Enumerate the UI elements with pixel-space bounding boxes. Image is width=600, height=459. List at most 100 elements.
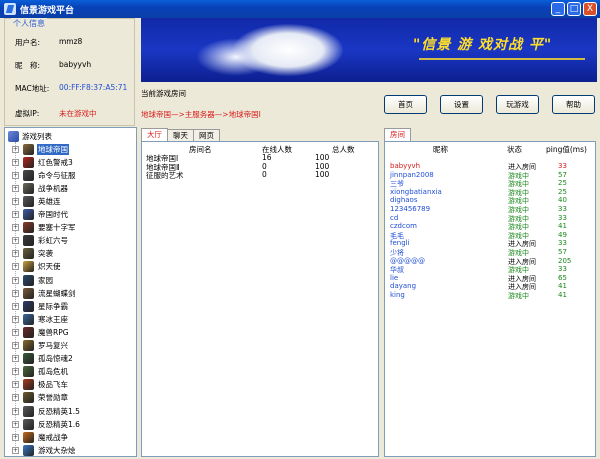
expand-icon[interactable]: + — [12, 302, 19, 310]
player-row[interactable]: @@@@@ 进入房间 205 — [385, 257, 595, 266]
expand-icon[interactable]: + — [12, 407, 19, 415]
tree-item-label: 魔戒战争 — [38, 432, 68, 442]
room-online-count[interactable]: 0 — [262, 170, 267, 179]
play-game-button[interactable]: 玩游戏 — [496, 95, 539, 114]
tab-lobby[interactable]: 大厅 — [141, 128, 168, 141]
tab-room-players[interactable]: 房间 — [384, 128, 411, 141]
player-row[interactable]: fengli 进入房间 33 — [385, 239, 595, 248]
player-row[interactable]: lie 进入房间 65 — [385, 274, 595, 283]
expand-icon[interactable]: + — [12, 328, 19, 336]
expand-icon[interactable]: + — [12, 368, 19, 376]
tree-item[interactable]: + 极品飞车 — [12, 379, 69, 391]
tree-root[interactable]: 游戏列表 — [8, 131, 52, 142]
player-row[interactable]: jinnpan2008 游戏中 57 — [385, 171, 595, 180]
minimize-button[interactable]: _ — [551, 2, 565, 16]
expand-icon[interactable]: + — [12, 355, 19, 363]
close-button[interactable]: X — [583, 2, 597, 16]
tree-item[interactable]: + 反恐精英1.5 — [12, 405, 81, 417]
expand-icon[interactable]: + — [12, 263, 19, 271]
tree-item[interactable]: + 家园 — [12, 274, 54, 286]
tree-item[interactable]: + 魔戒战争 — [12, 431, 69, 443]
room-name[interactable]: 征服的艺术 — [146, 170, 184, 181]
player-ping: 25 — [558, 179, 567, 188]
need-for-speed-icon — [23, 379, 34, 391]
tree-item[interactable]: + 战争机器 — [12, 182, 69, 194]
tree-item[interactable]: + 炽天使 — [12, 261, 62, 273]
tree-item-label: 星际争霸 — [38, 301, 68, 311]
player-row[interactable]: 华叔 游戏中 33 — [385, 265, 595, 274]
expand-icon[interactable]: + — [12, 433, 19, 441]
settings-button[interactable]: 设置 — [440, 95, 483, 114]
expand-icon[interactable]: + — [12, 342, 19, 349]
tree-item[interactable]: + 反恐精英1.6 — [12, 418, 81, 430]
maximize-button[interactable]: □ — [567, 2, 581, 16]
tab-web[interactable]: 网页 — [193, 129, 220, 141]
tree-item[interactable]: + 流星蝴蝶剑 — [12, 287, 77, 299]
tree-item[interactable]: + 红色警戒3 — [12, 156, 74, 168]
tree-item[interactable]: + 游戏大杂烩 — [12, 444, 77, 456]
tree-item[interactable]: + 星际争霸 — [12, 300, 69, 312]
expand-icon[interactable]: + — [12, 211, 19, 218]
expand-icon[interactable]: + — [12, 394, 19, 402]
tree-item-label: 英雄连 — [38, 196, 61, 206]
player-row[interactable]: 三爷 游戏中 25 — [385, 179, 595, 188]
ping-header[interactable]: ping值(ms) — [546, 144, 587, 155]
tree-item[interactable]: + 突袭 — [12, 248, 54, 260]
player-row[interactable]: dighaos 游戏中 40 — [385, 196, 595, 205]
nickname-header[interactable]: 昵称 — [433, 144, 448, 155]
tree-item[interactable]: + 魔兽RPG — [12, 326, 70, 338]
room-total-count[interactable]: 100 — [315, 170, 329, 179]
tree-item[interactable]: + 孤岛危机 — [12, 366, 69, 378]
expand-icon[interactable]: + — [12, 381, 19, 389]
player-row[interactable]: king 游戏中 41 — [385, 291, 595, 300]
mac-row: MAC地址: 00:FF:F8:37:A5:71 — [15, 83, 127, 94]
tree-item[interactable]: + 孤岛惊魂2 — [12, 353, 74, 365]
tree-item[interactable]: + 命令与征服 — [12, 169, 77, 181]
expand-icon[interactable]: + — [12, 420, 19, 428]
expand-icon[interactable]: + — [12, 158, 19, 166]
expand-icon[interactable]: + — [12, 184, 19, 192]
tree-item[interactable]: + 地球帝国 — [12, 143, 69, 155]
expand-icon[interactable]: + — [12, 289, 19, 297]
tree-item[interactable]: + 罗马复兴 — [12, 340, 69, 352]
status-header[interactable]: 状态 — [507, 144, 522, 155]
game-list-tree[interactable]: 游戏列表 + 地球帝国 + 红色警戒3 + 命令与征服 + 战争机器 + 英雄连 + 帝国时代 + 要塞十… — [4, 127, 137, 457]
current-room-path: 地球帝国—>主服务器—>地球帝国Ⅰ — [141, 110, 261, 119]
total-count-header[interactable]: 总人数 — [332, 144, 355, 155]
player-row[interactable]: xiongbatianxia 游戏中 25 — [385, 188, 595, 197]
player-row[interactable]: cd 游戏中 33 — [385, 214, 595, 223]
tab-chat[interactable]: 聊天 — [167, 129, 194, 141]
home-button[interactable]: 首页 — [384, 95, 427, 114]
player-row[interactable]: 毛毛 游戏中 49 — [385, 231, 595, 240]
player-row[interactable]: 123456789 游戏中 33 — [385, 205, 595, 214]
help-button[interactable]: 帮助 — [552, 95, 595, 114]
tree-item[interactable]: + 英雄连 — [12, 195, 62, 207]
expand-icon[interactable]: + — [12, 145, 19, 153]
player-row[interactable]: czdcom 游戏中 41 — [385, 222, 595, 231]
tree-item-label: 孤岛惊魂2 — [38, 354, 73, 364]
expand-icon[interactable]: + — [12, 197, 19, 205]
nickname-row: 昵 称: babyyvh — [15, 60, 91, 71]
player-ping: 57 — [558, 248, 567, 256]
room-name-header[interactable]: 房间名 — [189, 144, 212, 155]
expand-icon[interactable]: + — [12, 315, 19, 323]
tree-item[interactable]: + 荣誉勋章 — [12, 392, 69, 404]
tree-item[interactable]: + 寒冰王座 — [12, 313, 69, 325]
player-row[interactable]: babyyvh 进入房间 33 — [385, 162, 595, 171]
expand-icon[interactable]: + — [12, 250, 19, 258]
player-row[interactable]: dayang 进入房间 41 — [385, 282, 595, 291]
tree-item-label: 荣誉勋章 — [38, 393, 68, 403]
expand-icon[interactable]: + — [12, 446, 19, 454]
tree-item-label: 反恐精英1.5 — [38, 406, 80, 416]
tree-item[interactable]: + 彩虹六号 — [12, 235, 69, 247]
expand-icon[interactable]: + — [12, 171, 19, 179]
expand-icon[interactable]: + — [12, 237, 19, 245]
tree-item[interactable]: + 帝国时代 — [12, 209, 69, 221]
player-row[interactable]: 少将 游戏中 57 — [385, 248, 595, 257]
player-nickname: @@@@@ — [390, 256, 425, 265]
player-ping: 41 — [558, 222, 567, 231]
tree-item[interactable]: + 要塞十字军 — [12, 222, 77, 234]
tree-item-label: 寒冰王座 — [38, 314, 68, 324]
expand-icon[interactable]: + — [12, 224, 19, 232]
expand-icon[interactable]: + — [12, 276, 19, 284]
